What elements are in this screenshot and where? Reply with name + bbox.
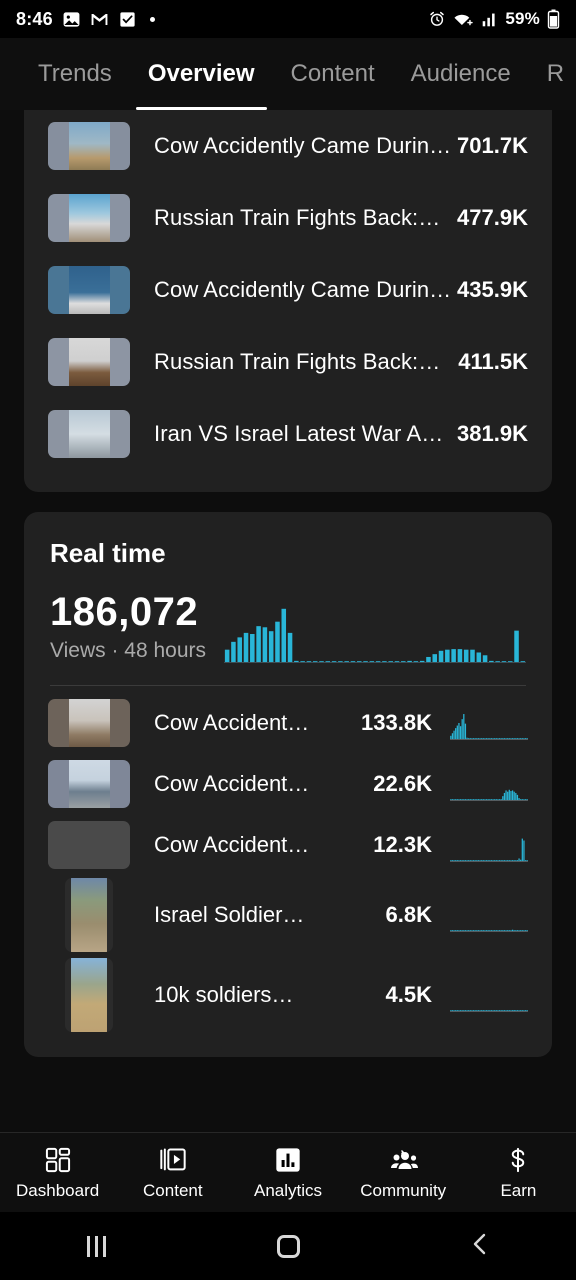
video-thumbnail bbox=[48, 698, 130, 747]
nav-item-earn[interactable]: Earn bbox=[461, 1145, 576, 1201]
bottom-navigation[interactable]: Dashboard Content Analytics Community Ea… bbox=[0, 1132, 576, 1212]
video-views: 4.5K bbox=[385, 982, 432, 1007]
video-views: 381.9K bbox=[457, 421, 528, 446]
phone-screen: 8:46 59% Trends Overview Content Audienc… bbox=[0, 0, 576, 1280]
video-title: 10k soldiers… bbox=[154, 982, 294, 1007]
sparkline-chart bbox=[450, 828, 528, 862]
nav-item-analytics[interactable]: Analytics bbox=[230, 1145, 345, 1201]
video-thumbnail bbox=[48, 410, 130, 458]
sparkline-chart bbox=[450, 978, 528, 1012]
table-row[interactable]: Cow Accidently Came Durin… 435.9K bbox=[24, 254, 552, 326]
video-thumbnail bbox=[48, 759, 130, 808]
status-time: 8:46 bbox=[16, 8, 53, 29]
people-icon bbox=[388, 1145, 419, 1175]
table-row[interactable]: Russian Train Fights Back:… 477.9K bbox=[24, 182, 552, 254]
video-thumbnail bbox=[65, 958, 113, 1032]
dot-icon bbox=[149, 16, 155, 22]
nav-label: Community bbox=[360, 1180, 447, 1200]
wifi-icon bbox=[453, 10, 474, 28]
video-thumbnail bbox=[48, 122, 130, 170]
chevron-left-icon bbox=[469, 1231, 491, 1262]
video-title: Cow Accident… bbox=[154, 709, 310, 735]
nav-item-content[interactable]: Content bbox=[115, 1145, 230, 1201]
video-views: 701.7K bbox=[457, 133, 528, 158]
dollar-icon bbox=[504, 1145, 532, 1175]
video-title: Cow Accident… bbox=[154, 831, 310, 857]
video-title: Iran VS Israel Latest War A… bbox=[154, 421, 444, 446]
gmail-icon bbox=[90, 10, 109, 29]
sparkline-chart bbox=[450, 706, 528, 740]
nav-label: Content bbox=[143, 1180, 203, 1200]
status-bar: 8:46 59% bbox=[0, 0, 576, 38]
table-row[interactable]: Israel Soldier… 6.8K bbox=[24, 875, 552, 955]
video-title: Russian Train Fights Back:… bbox=[154, 205, 441, 230]
video-views: 12.3K bbox=[373, 831, 432, 857]
battery-percent: 59% bbox=[505, 9, 540, 28]
real-time-summary: 186,072 Views · 48 hours bbox=[24, 591, 552, 663]
bar-chart-icon bbox=[274, 1145, 302, 1175]
alarm-icon bbox=[428, 10, 446, 28]
tab-audience[interactable]: Audience bbox=[393, 38, 529, 110]
photo-icon bbox=[62, 10, 81, 29]
nav-label: Earn bbox=[500, 1180, 537, 1200]
video-title: Cow Accidently Came Durin… bbox=[154, 133, 450, 158]
divider bbox=[50, 685, 526, 686]
back-button[interactable] bbox=[384, 1231, 576, 1262]
real-time-card: Real time 186,072 Views · 48 hours Cow A… bbox=[24, 512, 552, 1057]
nav-label: Dashboard bbox=[16, 1180, 100, 1200]
tab-overview[interactable]: Overview bbox=[130, 38, 273, 110]
video-views: 477.9K bbox=[457, 205, 528, 230]
three-bars-icon bbox=[86, 1235, 106, 1257]
video-thumbnail bbox=[48, 820, 130, 869]
video-thumbnail bbox=[48, 338, 130, 386]
video-views: 22.6K bbox=[373, 770, 432, 796]
table-row[interactable]: Cow Accident… 22.6K bbox=[24, 753, 552, 814]
nav-item-dashboard[interactable]: Dashboard bbox=[0, 1145, 115, 1201]
table-row[interactable]: Cow Accident… 12.3K bbox=[24, 814, 552, 875]
real-time-metric: 186,072 Views · 48 hours bbox=[50, 591, 206, 663]
video-thumbnail bbox=[65, 878, 113, 952]
nav-item-community[interactable]: Community bbox=[346, 1145, 461, 1201]
recents-button[interactable] bbox=[0, 1235, 192, 1257]
video-views: 435.9K bbox=[457, 277, 528, 302]
status-bar-right: 59% bbox=[428, 9, 560, 29]
android-navigation-bar[interactable] bbox=[0, 1212, 576, 1280]
table-row[interactable]: 10k soldiers… 4.5K bbox=[24, 955, 552, 1035]
real-time-subtitle: Views · 48 hours bbox=[50, 639, 207, 662]
top-videos-card: Cow Accidently Came Durin… 701.7K Russia… bbox=[24, 110, 552, 492]
table-row[interactable]: Cow Accidently Came Durin… 701.7K bbox=[24, 110, 552, 182]
tab-trends[interactable]: Trends bbox=[20, 38, 130, 110]
video-title: Cow Accidently Came Durin… bbox=[154, 277, 450, 302]
real-time-value: 186,072 bbox=[50, 590, 199, 634]
signal-icon bbox=[481, 11, 498, 28]
tab-research[interactable]: R bbox=[529, 38, 576, 110]
battery-icon bbox=[547, 9, 560, 29]
video-title: Cow Accident… bbox=[154, 770, 310, 796]
home-button[interactable] bbox=[192, 1234, 384, 1258]
sparkline-chart bbox=[450, 898, 528, 932]
tab-content[interactable]: Content bbox=[273, 38, 393, 110]
analytics-tab-bar[interactable]: Trends Overview Content Audience R bbox=[0, 38, 576, 110]
video-views: 133.8K bbox=[361, 709, 432, 735]
status-bar-left: 8:46 bbox=[16, 9, 155, 30]
table-row[interactable]: Iran VS Israel Latest War A… 381.9K bbox=[24, 398, 552, 470]
checkbox-icon bbox=[118, 10, 137, 29]
nav-label: Analytics bbox=[253, 1180, 323, 1200]
sparkline-chart bbox=[450, 767, 528, 801]
table-row[interactable]: Russian Train Fights Back:… 411.5K bbox=[24, 326, 552, 398]
real-time-heading: Real time bbox=[50, 538, 166, 568]
video-thumbnail bbox=[48, 194, 130, 242]
grid-icon bbox=[44, 1145, 72, 1175]
video-title: Israel Soldier… bbox=[154, 902, 305, 927]
video-stack-icon bbox=[159, 1145, 187, 1175]
real-time-bar-chart bbox=[224, 605, 526, 663]
video-thumbnail bbox=[48, 266, 130, 314]
video-views: 411.5K bbox=[458, 349, 528, 374]
table-row[interactable]: Cow Accident… 133.8K bbox=[24, 692, 552, 753]
analytics-scroll-area[interactable]: Cow Accidently Came Durin… 701.7K Russia… bbox=[0, 110, 576, 1132]
video-title: Russian Train Fights Back:… bbox=[154, 349, 441, 374]
video-views: 6.8K bbox=[385, 902, 432, 927]
circle-icon bbox=[276, 1234, 300, 1258]
